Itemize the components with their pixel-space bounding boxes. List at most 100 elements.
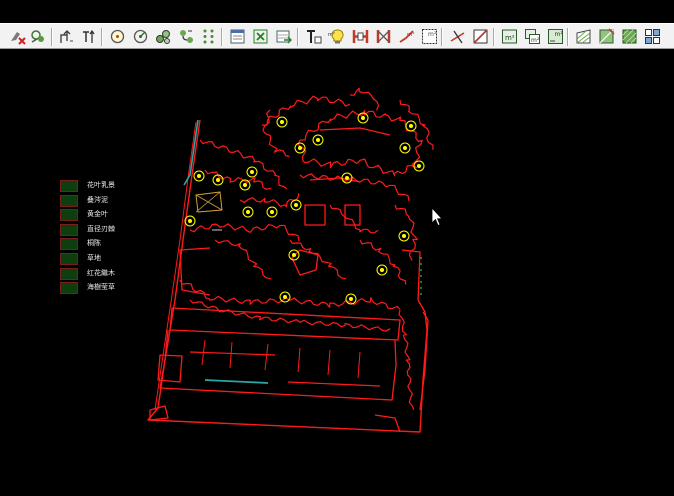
hatch-pattern-icon xyxy=(622,29,637,44)
text-style-button[interactable] xyxy=(304,27,323,46)
erase-group-icon xyxy=(31,30,44,43)
erase-pipe-button[interactable] xyxy=(8,27,27,46)
legend-item: 黄金叶 xyxy=(60,209,180,222)
cut-line-button[interactable] xyxy=(471,27,490,46)
table-arrow-button[interactable] xyxy=(274,27,293,46)
cut-line-icon xyxy=(473,29,488,44)
sprinkler-head-center xyxy=(270,210,274,214)
svg-text:m²: m² xyxy=(555,31,564,38)
excel-export-button[interactable] xyxy=(251,27,270,46)
sprinkler-circle-button[interactable] xyxy=(108,27,127,46)
window-table-icon xyxy=(230,29,245,44)
sprinkler-head-center xyxy=(188,219,192,223)
area-m2-icon: m² xyxy=(422,29,437,44)
dot-grid-button[interactable] xyxy=(200,27,219,46)
legend-swatch xyxy=(60,238,78,251)
block-grid-button[interactable] xyxy=(643,27,662,46)
planting-bed-edge xyxy=(297,139,370,169)
excel-export-icon xyxy=(253,29,268,44)
mouse-pointer-icon xyxy=(431,206,443,227)
toolbar-separator xyxy=(297,28,299,46)
sprinkler-head-center xyxy=(349,297,353,301)
sprinkler-head-center xyxy=(280,120,284,124)
legend-label: 直径刃棘 xyxy=(87,224,115,233)
legend-item: 直径刃棘 xyxy=(60,223,180,236)
valve-alt-icon xyxy=(376,30,391,43)
legend-label: 黄金叶 xyxy=(87,210,108,219)
pipe-text-icon xyxy=(83,29,95,43)
hatch-edit-icon xyxy=(576,29,591,44)
hatch-pattern-button[interactable] xyxy=(620,27,639,46)
pipe-area-icon: m² xyxy=(399,30,415,43)
sprinkler-head-center xyxy=(243,183,247,187)
sprinkler-head-center xyxy=(216,178,220,182)
planting-bed-edge xyxy=(239,193,300,208)
sprinkler-head-center xyxy=(402,234,406,238)
pipe-line xyxy=(204,379,269,384)
planting-bed-edge xyxy=(261,95,351,126)
erase-group-button[interactable] xyxy=(29,27,48,46)
area-m2-button[interactable]: m² xyxy=(500,27,519,46)
pipe-area-button[interactable]: m² xyxy=(397,27,416,46)
window-table-button[interactable] xyxy=(228,27,247,46)
legend-label: 草地 xyxy=(87,254,101,262)
lightbulb-button[interactable]: m² xyxy=(328,27,347,46)
multi-sprinkler-button[interactable] xyxy=(154,27,173,46)
toolbar-separator xyxy=(493,28,495,46)
sprinkler-connect-button[interactable] xyxy=(177,27,196,46)
pipe-up-button[interactable] xyxy=(57,27,76,46)
legend-swatch xyxy=(60,282,78,295)
sprinkler-head-center xyxy=(417,164,421,168)
legend-item: 草地 xyxy=(60,253,180,265)
pipe-up-icon xyxy=(60,30,73,43)
legend-swatch xyxy=(60,253,78,265)
legend-swatch xyxy=(60,209,78,222)
table-arrow-icon xyxy=(276,30,292,44)
toolbar-separator xyxy=(101,28,103,46)
legend-swatch xyxy=(60,223,78,236)
hatch-edit-button[interactable] xyxy=(574,27,593,46)
sprinkler-head-center xyxy=(250,170,254,174)
legend-label: 桐陈 xyxy=(87,239,101,248)
marker-dot xyxy=(420,257,422,259)
hatch-fill-button[interactable] xyxy=(597,27,616,46)
parking-divider xyxy=(287,381,381,387)
legend-item: 桐陈 xyxy=(60,238,180,251)
area-m2-button[interactable]: m² xyxy=(420,27,439,46)
sprinkler-head-center xyxy=(197,174,201,178)
plan-block xyxy=(179,247,211,296)
toolbar-separator xyxy=(51,28,53,46)
pipe-text-button[interactable] xyxy=(80,27,99,46)
plan-block xyxy=(291,249,319,276)
trim-line-icon xyxy=(450,30,465,44)
marker-dot xyxy=(420,281,422,283)
trim-line-button[interactable] xyxy=(448,27,467,46)
area-m2-calc-icon: m² xyxy=(548,29,564,44)
planting-bed-edge xyxy=(299,173,410,202)
toolbar-separator xyxy=(221,28,223,46)
area-m2-icon-b: m² xyxy=(502,29,517,44)
valve-h-button[interactable] xyxy=(351,27,370,46)
plan-block xyxy=(304,204,326,226)
sprinkler-head-center xyxy=(294,203,298,207)
sprinkler-head-center xyxy=(283,295,287,299)
sprinkler-head-center xyxy=(345,176,349,180)
legend-item: 红花繼木 xyxy=(60,267,180,280)
sprinkler-head-center xyxy=(292,253,296,257)
sprinkler-rotate-button[interactable] xyxy=(131,27,150,46)
area-m2-calc-button[interactable]: m² xyxy=(546,27,565,46)
svg-text:m²: m² xyxy=(407,31,415,38)
plan-block xyxy=(344,204,361,226)
valve-alt-button[interactable] xyxy=(374,27,393,46)
text-style-icon xyxy=(307,30,322,44)
planting-bed-edge xyxy=(398,309,415,411)
lightbulb-icon: m² xyxy=(328,29,344,44)
sprinkler-rotate-icon xyxy=(133,29,148,44)
planting-bed-edge xyxy=(179,279,401,310)
parking-block xyxy=(169,307,401,341)
legend-label: 花叶乳景 xyxy=(87,181,115,189)
area-m2-stack-button[interactable]: m² xyxy=(523,27,542,46)
planting-bed-edge xyxy=(349,87,380,111)
legend-swatch xyxy=(60,194,78,207)
legend-swatch xyxy=(60,180,78,192)
